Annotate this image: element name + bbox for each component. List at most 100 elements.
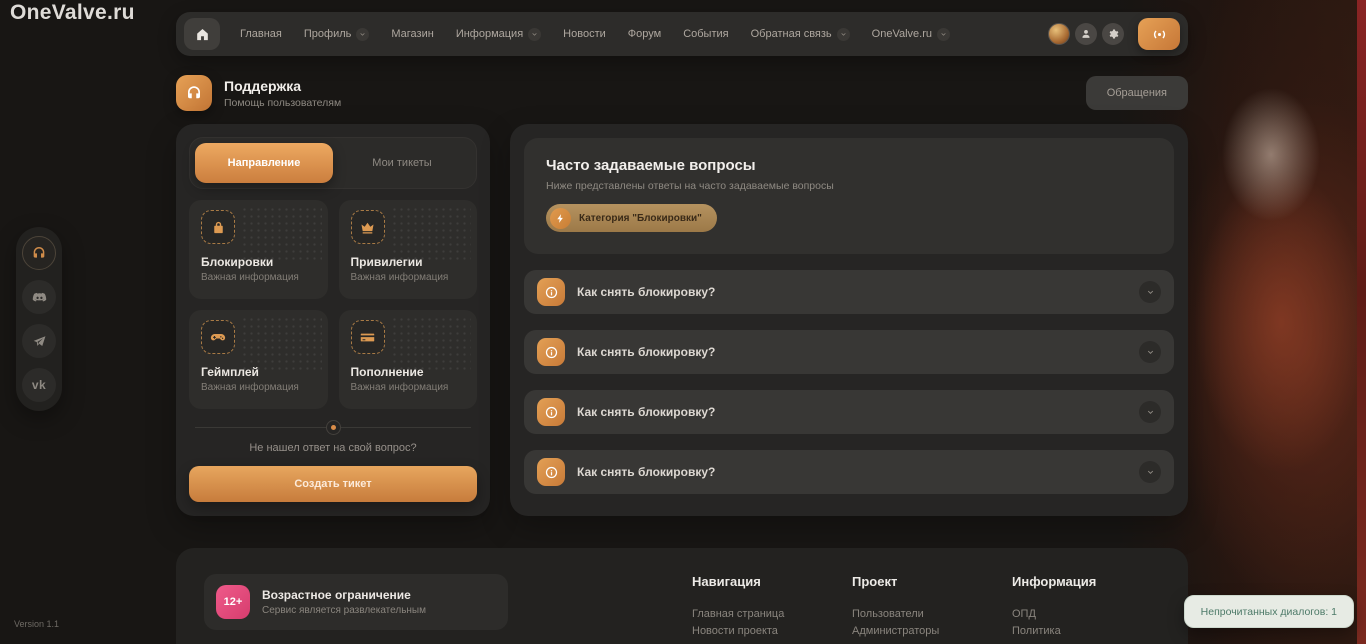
info-icon xyxy=(537,398,565,426)
nav-item-obratnaya-svyaz[interactable]: Обратная связь xyxy=(751,28,850,41)
faq-question: Как снять блокировку? xyxy=(577,465,715,479)
brand-logo: OneValve.ru xyxy=(10,1,135,25)
unread-dialogs-toast[interactable]: Непрочитанных диалогов: 1 xyxy=(1184,595,1354,628)
faq-item[interactable]: Как снять блокировку? xyxy=(524,270,1174,314)
appeals-button[interactable]: Обращения xyxy=(1086,76,1188,110)
footer-columns: Навигация Главная страница Новости проек… xyxy=(692,574,1172,640)
tab-my-tickets[interactable]: Мои тикеты xyxy=(333,143,471,183)
category-subtitle: Важная информация xyxy=(351,382,466,393)
nav-item-label: Обратная связь xyxy=(751,28,832,40)
category-card-privilegii[interactable]: Привилегии Важная информация xyxy=(339,200,478,299)
category-title: Блокировки xyxy=(201,255,316,269)
category-card-blokirovki[interactable]: Блокировки Важная информация xyxy=(189,200,328,299)
category-grid: Блокировки Важная информация Привилегии … xyxy=(189,200,477,409)
page-header: Поддержка Помощь пользователям Обращения xyxy=(176,74,1188,112)
chevron-down-icon xyxy=(937,28,950,41)
age-subtitle: Сервис является развлекательным xyxy=(262,605,426,616)
faq-item[interactable]: Как снять блокировку? xyxy=(524,450,1174,494)
category-subtitle: Важная информация xyxy=(201,382,316,393)
age-restriction-card: 12+ Возрастное ограничение Сервис являет… xyxy=(204,574,508,630)
nav-item-glavnaya[interactable]: Главная xyxy=(240,28,282,40)
nav-item-sobytiya[interactable]: События xyxy=(683,28,728,40)
page: OneValve.ru Главная Профиль Магазин Инфо… xyxy=(0,0,1366,644)
home-button[interactable] xyxy=(184,18,220,50)
chevron-down-icon xyxy=(837,28,850,41)
chevron-down-icon xyxy=(1139,401,1161,423)
faq-question: Как снять блокировку? xyxy=(577,345,715,359)
home-icon xyxy=(195,27,210,42)
nav-item-forum[interactable]: Форум xyxy=(628,28,661,40)
tab-direction[interactable]: Направление xyxy=(195,143,333,183)
category-card-geymplay[interactable]: Геймплей Важная информация xyxy=(189,310,328,409)
footer-column-project: Проект Пользователи Администраторы xyxy=(852,574,1012,640)
gear-icon xyxy=(1107,28,1119,40)
faq-category-pill[interactable]: Категория "Блокировки" xyxy=(546,204,717,232)
tabs: Направление Мои тикеты xyxy=(189,137,477,189)
broadcast-icon xyxy=(1151,26,1168,43)
footer-link[interactable]: Новости проекта xyxy=(692,623,852,640)
nav-item-novosti[interactable]: Новости xyxy=(563,28,606,40)
divider xyxy=(189,420,477,435)
faq-item[interactable]: Как снять блокировку? xyxy=(524,330,1174,374)
chevron-down-icon xyxy=(1139,461,1161,483)
telegram-button[interactable] xyxy=(22,324,56,358)
page-header-text: Поддержка Помощь пользователям xyxy=(224,78,341,109)
footer-link[interactable]: Политика xyxy=(1012,623,1172,640)
discord-icon xyxy=(31,289,48,306)
category-card-popolnenie[interactable]: Пополнение Важная информация xyxy=(339,310,478,409)
footer-column-title: Проект xyxy=(852,574,1012,589)
create-ticket-button[interactable]: Создать тикет xyxy=(189,466,477,502)
nav-item-label: OneValve.ru xyxy=(872,28,932,40)
faq-item[interactable]: Как снять блокировку? xyxy=(524,390,1174,434)
vk-button[interactable]: vk xyxy=(22,368,56,402)
footer-link[interactable]: Пользователи xyxy=(852,606,1012,623)
background-red-strip xyxy=(1357,0,1366,644)
lightning-icon xyxy=(550,208,571,229)
user-icon xyxy=(1080,28,1092,40)
age-text: Возрастное ограничение Сервис является р… xyxy=(262,588,426,616)
footer-column-title: Навигация xyxy=(692,574,852,589)
settings-button[interactable] xyxy=(1102,23,1124,45)
info-icon xyxy=(537,458,565,486)
chevron-down-icon xyxy=(356,28,369,41)
broadcast-button[interactable] xyxy=(1138,18,1180,50)
crown-icon xyxy=(351,210,385,244)
nav-item-label: Информация xyxy=(456,28,523,40)
divider-dot xyxy=(326,420,341,435)
headset-icon xyxy=(185,84,203,102)
user-button[interactable] xyxy=(1075,23,1097,45)
avatar[interactable] xyxy=(1048,23,1070,45)
info-icon xyxy=(537,338,565,366)
footer-link[interactable]: Администраторы xyxy=(852,623,1012,640)
support-icon-badge xyxy=(176,75,212,111)
discord-button[interactable] xyxy=(22,280,56,314)
nav-item-onevalve[interactable]: OneValve.ru xyxy=(872,28,950,41)
support-categories-card: Направление Мои тикеты Блокировки Важная… xyxy=(176,124,490,516)
footer-column-information: Информация ОПД Политика xyxy=(1012,574,1172,640)
top-navigation: Главная Профиль Магазин Информация Новос… xyxy=(176,12,1188,56)
nav-item-label: Главная xyxy=(240,28,282,40)
chevron-down-icon xyxy=(1139,281,1161,303)
category-subtitle: Важная информация xyxy=(201,272,316,283)
footer-link[interactable]: ОПД xyxy=(1012,606,1172,623)
page-title: Поддержка xyxy=(224,78,341,94)
nav-item-label: Профиль xyxy=(304,28,352,40)
category-title: Пополнение xyxy=(351,365,466,379)
age-title: Возрастное ограничение xyxy=(262,588,426,602)
nav-item-profil[interactable]: Профиль xyxy=(304,28,370,41)
version-label: Version 1.1 xyxy=(14,619,59,629)
faq-question: Как снять блокировку? xyxy=(577,285,715,299)
category-title: Геймплей xyxy=(201,365,316,379)
footer-link[interactable]: Главная страница xyxy=(692,606,852,623)
category-title: Привилегии xyxy=(351,255,466,269)
footer: 12+ Возрастное ограничение Сервис являет… xyxy=(176,548,1188,644)
age-badge: 12+ xyxy=(216,585,250,619)
faq-question: Как снять блокировку? xyxy=(577,405,715,419)
headset-icon xyxy=(31,245,47,261)
nav-item-informatsiya[interactable]: Информация xyxy=(456,28,541,41)
telegram-icon xyxy=(32,334,47,349)
support-rail-button[interactable] xyxy=(22,236,56,270)
chevron-down-icon xyxy=(1139,341,1161,363)
footer-column-title: Информация xyxy=(1012,574,1172,589)
nav-item-magazin[interactable]: Магазин xyxy=(391,28,433,40)
